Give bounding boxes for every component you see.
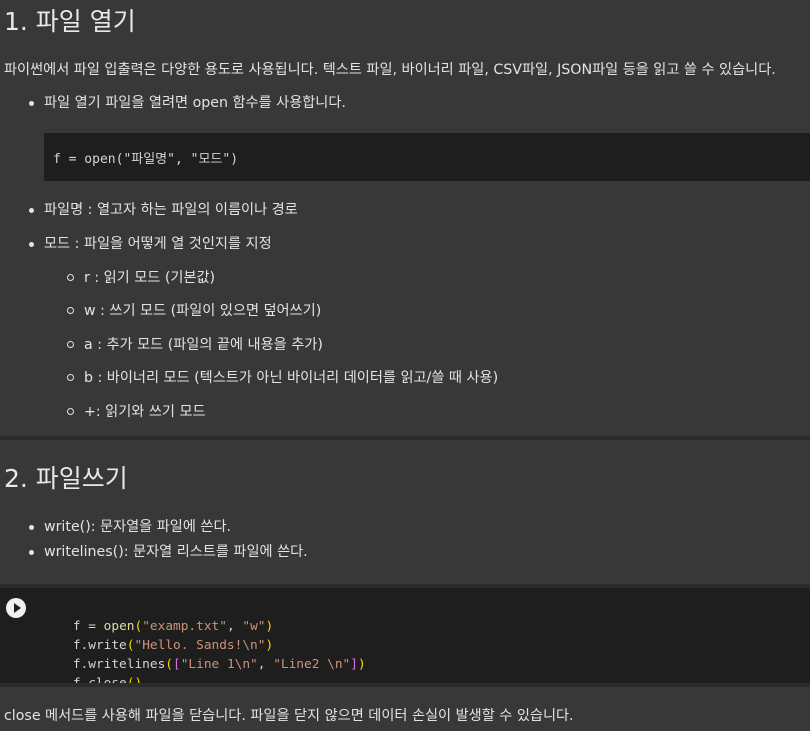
mode-item-r: r : 읽기 모드 (기본값) [66,270,216,286]
bullet-write: write(): 문자열을 파일에 쓴다. [28,519,232,535]
markdown-cell-file-open[interactable]: 1. 파일 열기 파이썬에서 파일 입출력은 다양한 용도로 사용됩니다. 텍스… [0,0,810,436]
markdown-cell-file-write[interactable]: 2. 파일쓰기 write(): 문자열을 파일에 쓴다. writelines… [0,440,810,584]
code-block-open-syntax: f = open("파일명", "모드") [44,133,810,181]
mode-item-w: w : 쓰기 모드 (파일이 있으면 덮어쓰기) [66,303,322,319]
mode-item-a: a : 추가 모드 (파일의 끝에 내용을 추가) [67,337,323,353]
code-open-syntax: f = open("파일명", "모드") [53,152,239,167]
section-heading-file-write: 2. 파일쓰기 [4,464,128,493]
bullet-writelines: writelines(): 문자열 리스트를 파일에 쓴다. [29,544,308,560]
bullet-open-function: 파일 열기 파일을 열려면 open 함수를 사용합니다. [29,95,346,111]
run-cell-button[interactable] [6,598,26,618]
mode-item-plus: +: 읽기와 쓰기 모드 [67,404,206,420]
markdown-cell-close-note[interactable]: close 메서드를 사용해 파일을 닫습니다. 파일을 닫지 않으면 데이터 … [0,687,810,731]
mode-item-b: b : 바이너리 모드 (텍스트가 아닌 바이너리 데이터를 읽고/쓸 때 사용… [66,370,499,386]
intro-paragraph: 파이썬에서 파일 입출력은 다양한 용도로 사용됩니다. 텍스트 파일, 바이너… [4,62,776,78]
section-heading-file-open: 1. 파일 열기 [4,7,136,36]
code-cell-file-write[interactable]: f = open("examp.txt", "w") f.write("Hell… [0,588,810,691]
close-note-paragraph: close 메서드를 사용해 파일을 닫습니다. 파일을 닫지 않으면 데이터 … [4,708,574,724]
bullet-mode: 모드 : 파일을 어떻게 열 것인지를 지정 [29,236,272,252]
bullet-filename: 파일명 : 열고자 하는 파일의 이름이나 경로 [29,202,298,218]
